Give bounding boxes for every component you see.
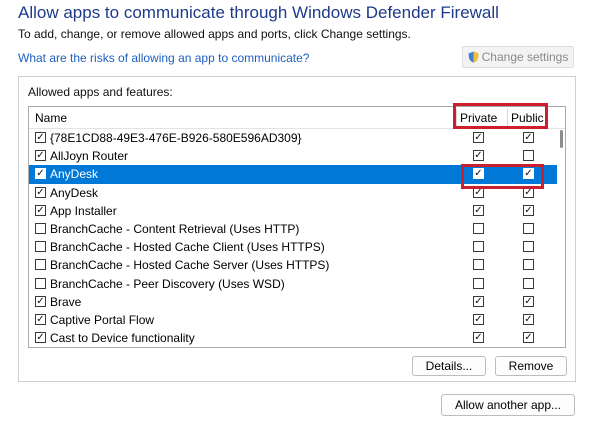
public-checkbox[interactable] [523,150,534,162]
details-button[interactable]: Details... [412,356,486,376]
allowed-apps-label: Allowed apps and features: [28,85,173,99]
public-checkbox[interactable] [523,222,534,234]
app-enabled-checkbox[interactable] [35,259,46,271]
list-item[interactable]: ✓ AllJoyn Router ✓ [29,147,557,165]
app-name: Captive Portal Flow [50,312,155,327]
change-settings-label: Change settings [481,50,569,64]
change-settings-button[interactable]: Change settings [462,46,574,68]
column-separator [456,109,457,126]
private-checkbox[interactable] [473,222,484,234]
public-checkbox[interactable]: ✓ [523,295,534,307]
scroll-thumb[interactable] [560,130,563,148]
app-enabled-checkbox[interactable]: ✓ [35,332,46,344]
public-checkbox[interactable]: ✓ [523,186,534,198]
app-enabled-checkbox[interactable]: ✓ [35,132,46,143]
app-enabled-checkbox[interactable]: ✓ [35,295,46,307]
list-item[interactable]: BranchCache - Hosted Cache Client (Uses … [29,238,557,256]
app-name: {78E1CD88-49E3-476E-B926-580E596AD309} [50,131,302,145]
list-item[interactable]: ✓ Cast to Device functionality ✓ ✓ [29,329,557,347]
public-checkbox[interactable]: ✓ [523,204,534,216]
public-checkbox[interactable]: ✓ [523,332,534,344]
allow-another-app-button[interactable]: Allow another app... [441,394,575,416]
column-header-private[interactable]: Private [460,111,497,125]
app-name: AnyDesk [50,167,99,182]
app-name: App Installer [50,203,117,218]
page-subtitle: To add, change, or remove allowed apps a… [18,27,411,41]
private-checkbox[interactable]: ✓ [473,295,484,307]
app-name: Brave [50,294,82,309]
app-rows: ✓ {78E1CD88-49E3-476E-B926-580E596AD309} ✓… [29,129,557,347]
app-enabled-checkbox[interactable] [35,277,46,289]
list-item[interactable]: BranchCache - Hosted Cache Server (Uses … [29,256,557,274]
public-checkbox[interactable]: ✓ [523,132,534,143]
allowed-apps-group: Allowed apps and features: Name Private … [18,76,576,382]
list-item[interactable]: ✓ AnyDesk ✓ ✓ [29,184,557,202]
public-checkbox[interactable] [523,259,534,271]
app-enabled-checkbox[interactable] [35,222,46,234]
app-enabled-checkbox[interactable]: ✓ [35,313,46,325]
app-name: BranchCache - Content Retrieval (Uses HT… [50,221,300,236]
list-item[interactable]: BranchCache - Peer Discovery (Uses WSD) [29,275,557,293]
app-name: BranchCache - Hosted Cache Client (Uses … [50,240,325,255]
list-item[interactable]: ✓ App Installer ✓ ✓ [29,202,557,220]
list-item[interactable]: ✓ AnyDesk ✓ ✓ [29,165,557,184]
private-checkbox[interactable] [473,259,484,271]
column-separator [507,109,508,126]
allowed-apps-list[interactable]: Name Private Public ✓ {78E1CD88-49E3-476E… [28,106,566,348]
app-enabled-checkbox[interactable]: ✓ [35,150,46,162]
app-enabled-checkbox[interactable]: ✓ [35,204,46,216]
private-checkbox[interactable]: ✓ [473,186,484,198]
app-name: BranchCache - Peer Discovery (Uses WSD) [50,276,285,291]
app-name: Cast to Device functionality [50,331,195,346]
private-checkbox[interactable]: ✓ [473,168,484,180]
public-checkbox[interactable]: ✓ [523,168,534,180]
private-checkbox[interactable]: ✓ [473,150,484,162]
private-checkbox[interactable]: ✓ [473,132,484,143]
list-item[interactable]: ✓ Captive Portal Flow ✓ ✓ [29,311,557,329]
private-checkbox[interactable]: ✓ [473,332,484,344]
app-name: BranchCache - Hosted Cache Server (Uses … [50,258,330,273]
private-checkbox[interactable]: ✓ [473,204,484,216]
list-item[interactable]: ✓ {78E1CD88-49E3-476E-B926-580E596AD309} ✓… [29,129,557,147]
app-enabled-checkbox[interactable]: ✓ [35,186,46,198]
app-name: AllJoyn Router [50,149,129,164]
remove-button[interactable]: Remove [495,356,567,376]
private-checkbox[interactable] [473,241,484,253]
list-header: Name Private Public [29,107,565,129]
public-checkbox[interactable] [523,277,534,289]
app-enabled-checkbox[interactable]: ✓ [35,168,46,180]
column-header-public[interactable]: Public [511,111,544,125]
public-checkbox[interactable]: ✓ [523,313,534,325]
page-title: Allow apps to communicate through Window… [18,3,499,22]
private-checkbox[interactable]: ✓ [473,313,484,325]
app-enabled-checkbox[interactable] [35,241,46,253]
public-checkbox[interactable] [523,241,534,253]
list-item[interactable]: BranchCache - Content Retrieval (Uses HT… [29,220,557,238]
column-header-name[interactable]: Name [35,111,67,125]
app-name: AnyDesk [50,185,99,200]
list-item[interactable]: ✓ Brave ✓ ✓ [29,293,557,311]
list-scrollbar[interactable] [557,129,565,347]
shield-icon [468,51,479,63]
risks-link[interactable]: What are the risks of allowing an app to… [18,51,309,65]
private-checkbox[interactable] [473,277,484,289]
